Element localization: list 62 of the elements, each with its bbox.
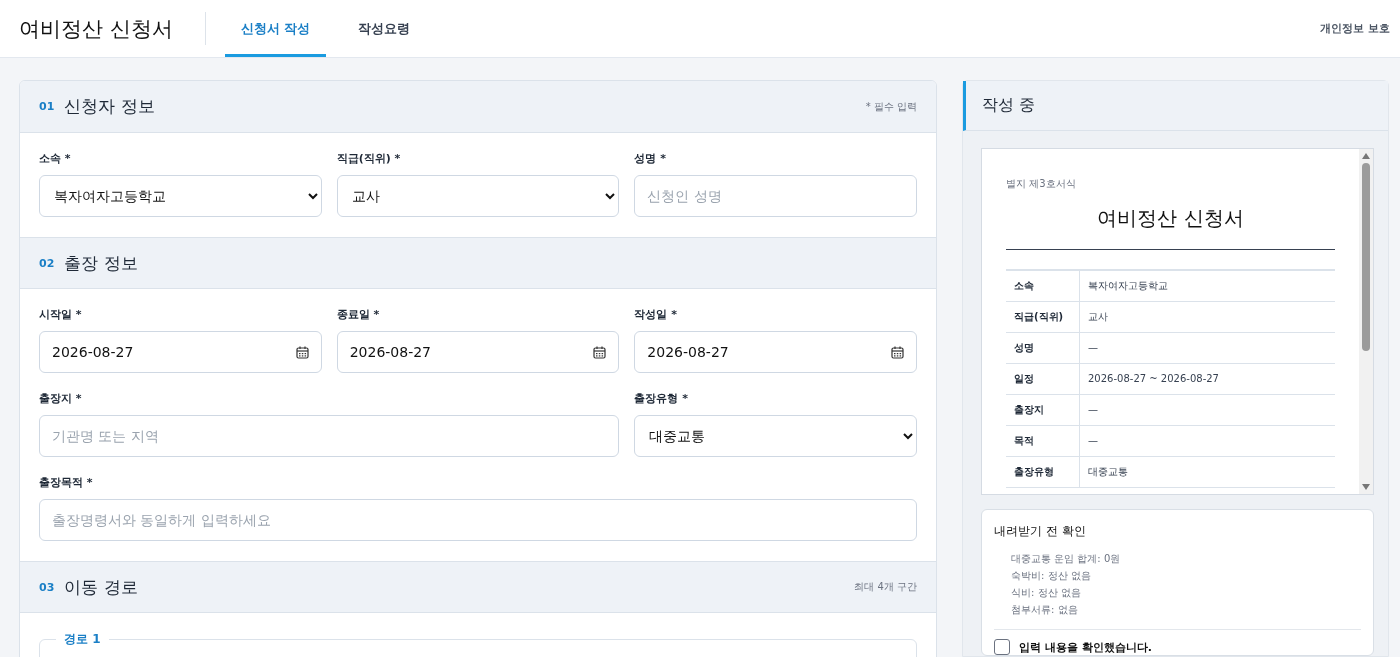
check-item: 식비: 정산 없음 bbox=[1010, 586, 1082, 600]
section-note: * 필수 입력 bbox=[865, 99, 917, 114]
check-item: 대중교통 운임 합계: 0원 bbox=[1010, 552, 1122, 566]
text-field[interactable]: 기관명 또는 지역 bbox=[39, 415, 620, 457]
checkbox-label: 입력 내용을 확인했습니다. bbox=[1019, 639, 1152, 655]
route-legend: 경로 1 bbox=[56, 631, 109, 648]
text-field[interactable]: 신청인 성명 bbox=[634, 175, 917, 217]
calendar-icon[interactable] bbox=[891, 345, 904, 359]
date-field[interactable]: 2026-08-27 bbox=[634, 331, 917, 373]
table-header-cell: 직급(직위) bbox=[1006, 301, 1080, 332]
calendar-icon[interactable] bbox=[295, 345, 309, 359]
form-number: 별지 제3호서식 bbox=[1006, 176, 1077, 191]
field-label: 직급(직위) * bbox=[336, 151, 402, 166]
table-cell-text: — bbox=[1087, 403, 1099, 418]
table-cell-text: 대중교통 bbox=[1087, 464, 1129, 479]
section-title: 출장 정보 bbox=[64, 251, 138, 275]
field-label: 작성일 * bbox=[634, 307, 678, 322]
section-note: 최대 4개 구간 bbox=[854, 580, 917, 594]
field-label: 출장유형 * bbox=[634, 391, 689, 406]
table-cell-text: 교사 bbox=[1087, 309, 1109, 324]
field-label: 소속 * bbox=[39, 151, 72, 166]
field-label: 출장목적 * bbox=[39, 475, 94, 490]
section-title: 신청자 정보 bbox=[64, 95, 155, 118]
select-field[interactable]: 복자여자고등학교 bbox=[39, 175, 322, 217]
check-title: 내려받기 전 확인 bbox=[994, 523, 1087, 540]
date-field[interactable]: 2026-08-27 bbox=[336, 331, 620, 373]
nav-tab[interactable]: 신청서 작성 bbox=[224, 0, 327, 57]
scroll-down-icon[interactable] bbox=[1362, 484, 1370, 490]
select-field[interactable]: 대중교통 bbox=[634, 415, 917, 457]
table-header-cell: 출장유형 bbox=[1006, 456, 1080, 487]
field-label: 시작일 * bbox=[39, 307, 83, 322]
text-field[interactable]: 출장명령서와 동일하게 입력하세요 bbox=[39, 499, 917, 541]
table-cell-text: 복자여자고등학교 bbox=[1087, 278, 1169, 293]
privacy-link[interactable]: 개인정보 보호 bbox=[1320, 21, 1390, 36]
section-title: 이동 경로 bbox=[64, 575, 138, 599]
check-item: 숙박비: 정산 없음 bbox=[1010, 569, 1092, 583]
select-field[interactable]: 교사 bbox=[336, 175, 620, 217]
preview-title: 작성 중 bbox=[963, 81, 1388, 131]
scrollbar[interactable] bbox=[1359, 148, 1373, 494]
table-header-cell: 소속 bbox=[1006, 270, 1080, 301]
table-cell-text: — bbox=[1087, 434, 1099, 449]
table-header-cell: 일정 bbox=[1006, 363, 1080, 394]
table-header-cell: 목적 bbox=[1006, 425, 1080, 456]
field-label: 성명 * bbox=[634, 151, 667, 166]
calendar-icon[interactable] bbox=[593, 345, 607, 359]
section-number: 03 bbox=[39, 580, 55, 594]
check-item: 첨부서류: 없음 bbox=[1010, 603, 1079, 617]
scroll-up-icon[interactable] bbox=[1362, 152, 1370, 159]
document-title: 여비정산 신청서 bbox=[1096, 204, 1245, 232]
table-cell-text: 2026-08-27 ~ 2026-08-27 bbox=[1087, 372, 1220, 387]
app-title: 여비정산 신청서 bbox=[19, 12, 206, 45]
section-number: 02 bbox=[39, 256, 55, 270]
table-header-cell: 성명 bbox=[1006, 332, 1080, 363]
section-number: 01 bbox=[39, 100, 55, 113]
checkbox[interactable] bbox=[994, 639, 1010, 655]
field-label: 종료일 * bbox=[336, 307, 381, 322]
table-cell-text: — bbox=[1087, 341, 1099, 356]
field-label: 출장지 * bbox=[39, 391, 83, 406]
nav-tab[interactable]: 작성요령 bbox=[342, 0, 427, 57]
table-header-cell: 출장지 bbox=[1006, 394, 1080, 425]
scrollbar-thumb[interactable] bbox=[1362, 162, 1370, 351]
date-field[interactable]: 2026-08-27 bbox=[39, 331, 322, 373]
